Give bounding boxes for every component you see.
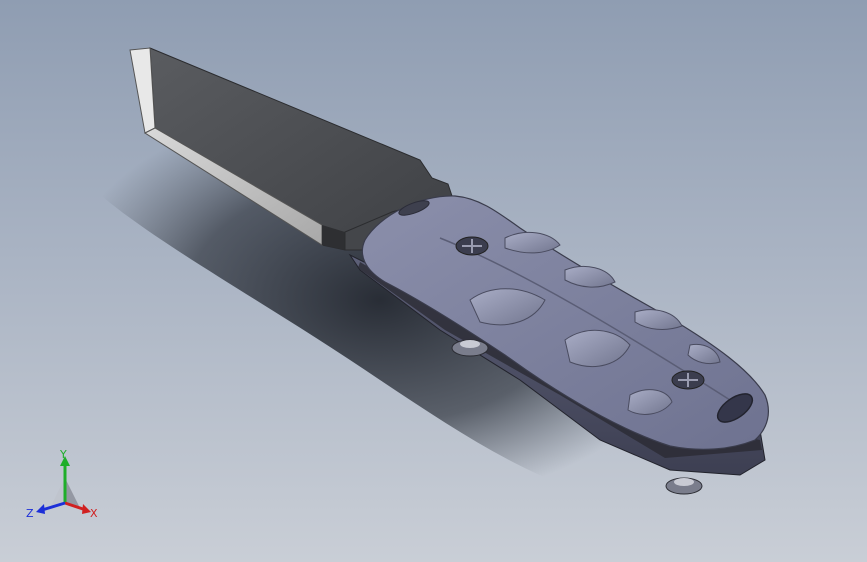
reference-triad: Y X Z — [26, 448, 98, 520]
x-axis-label: X — [90, 507, 98, 520]
knife-3d-model[interactable] — [0, 0, 867, 562]
screw-front — [455, 236, 489, 256]
y-axis-label: Y — [59, 448, 67, 461]
z-axis-label: Z — [26, 507, 34, 520]
bottom-screw-rear — [665, 477, 703, 495]
z-axis-arrow-icon — [36, 501, 66, 514]
bottom-screw-front — [451, 339, 489, 357]
graphics-viewport[interactable]: Y X Z — [0, 0, 867, 562]
screw-rear — [671, 370, 705, 390]
